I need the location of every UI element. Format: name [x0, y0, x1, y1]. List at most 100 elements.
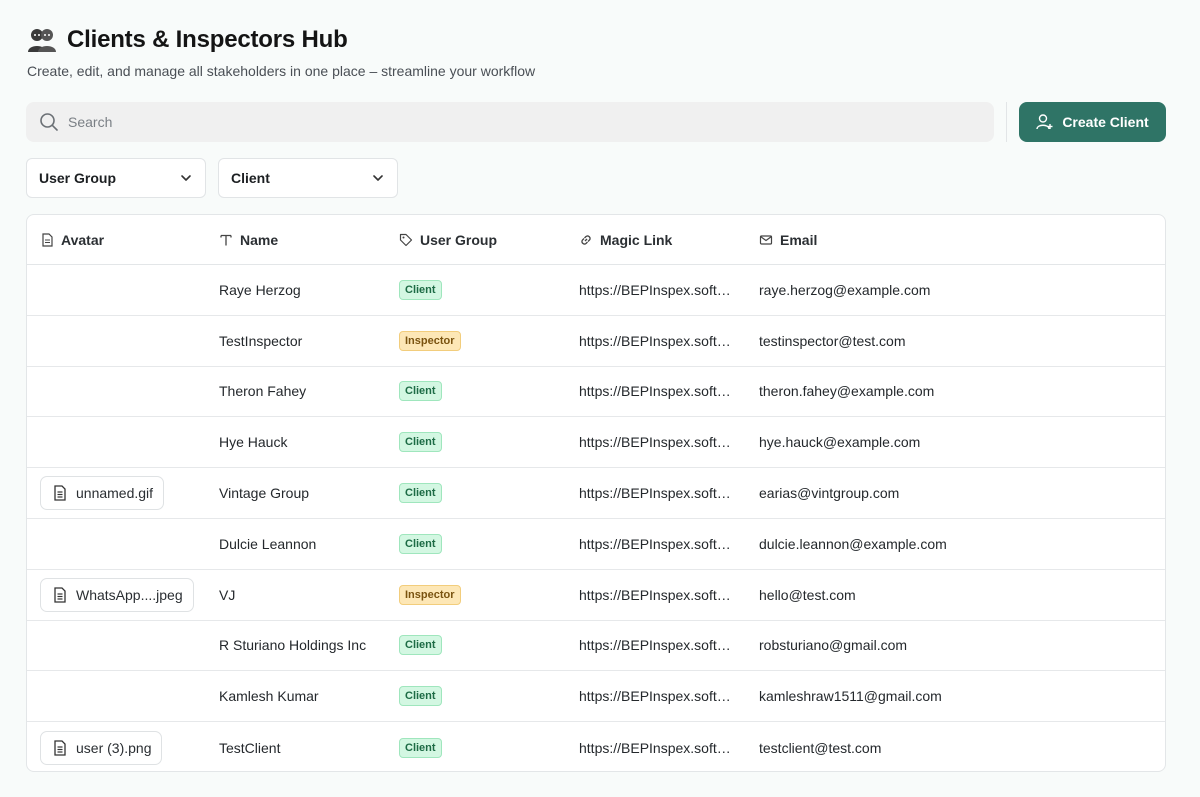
column-user-group-label: User Group — [420, 231, 498, 248]
avatar-cell: unnamed.gif — [40, 476, 165, 511]
search-bar[interactable] — [26, 102, 994, 142]
user-group-badge: Client — [399, 686, 442, 707]
file-image-icon — [53, 587, 67, 603]
magic-link-cell[interactable]: https://BEPInspex.soft… — [579, 536, 731, 552]
column-name-label: Name — [240, 231, 279, 248]
user-group-cell: Client — [399, 635, 442, 656]
email-cell: raye.herzog@example.com — [759, 281, 931, 298]
table-body: Raye Herzog Client https://BEPInspex.soft…… — [27, 265, 1165, 771]
file-image-icon — [53, 739, 67, 756]
user-group-cell: Client — [399, 533, 442, 554]
chevron-down-icon — [179, 171, 193, 185]
file-image-icon — [53, 485, 67, 501]
user-group-badge: Client — [399, 533, 442, 554]
name-cell: Theron Fahey — [219, 383, 307, 400]
name-cell: Raye Herzog — [219, 281, 301, 298]
table-row[interactable]: Theron Fahey Client https://BEPInspex.soft… — [27, 367, 1165, 418]
create-client-label: Create Client — [1062, 114, 1149, 130]
table-row[interactable]: TestInspector Inspector https://BEPInspex.… — [27, 316, 1165, 367]
email-cell: testinspector@test.com — [759, 332, 906, 349]
user-group-cell: Client — [399, 686, 442, 707]
column-user-group[interactable]: User Group — [399, 232, 497, 248]
user-group-cell: Client — [399, 381, 442, 402]
mail-icon — [759, 233, 773, 247]
column-email-label: Email — [780, 231, 818, 248]
user-group-filter[interactable]: User Group — [26, 158, 206, 198]
table-row[interactable]: R Sturiano Holdings Inc Client https://BEP… — [27, 621, 1165, 672]
search-input[interactable] — [68, 114, 994, 130]
table-row[interactable]: user (3).png TestClient Client https://BEPI… — [27, 722, 1165, 771]
stakeholders-table: Avatar Name User Group Magic Link Email … — [26, 214, 1166, 772]
user-group-filter-label: User Group — [39, 170, 117, 186]
user-group-cell: Client — [399, 737, 442, 758]
user-group-badge: Client — [399, 483, 442, 504]
user-group-badge: Client — [399, 381, 442, 402]
column-avatar[interactable]: Avatar — [40, 232, 104, 248]
magic-link-cell[interactable]: https://BEPInspex.soft… — [579, 485, 731, 501]
user-group-badge: Client — [399, 432, 442, 453]
client-filter-label: Client — [231, 170, 270, 186]
people-emoji-icon — [27, 26, 57, 54]
table-header: Avatar Name User Group Magic Link Email — [27, 215, 1165, 265]
table-row[interactable]: Hye Hauck Client https://BEPInspex.soft… hy… — [27, 417, 1165, 469]
name-cell: Dulcie Leannon — [219, 535, 317, 552]
avatar-file-chip[interactable]: unnamed.gif — [40, 476, 165, 511]
create-client-button[interactable]: Create Client — [1019, 102, 1166, 142]
email-cell: dulcie.leannon@example.com — [759, 535, 947, 552]
name-cell: Hye Hauck — [219, 434, 288, 451]
user-group-cell: Client — [399, 483, 442, 504]
column-email[interactable]: Email — [759, 232, 817, 248]
avatar-file-chip[interactable]: WhatsApp....jpeg — [40, 577, 194, 612]
toolbar-divider — [1006, 102, 1007, 142]
table-row[interactable]: Kamlesh Kumar Client https://BEPInspex.sof… — [27, 671, 1165, 723]
email-cell: hye.hauck@example.com — [759, 434, 921, 451]
file-icon — [40, 232, 54, 247]
user-group-cell: Client — [399, 279, 442, 300]
table-row[interactable]: unnamed.gif Vintage Group Client https://BE… — [27, 468, 1165, 519]
avatar-file-chip[interactable]: user (3).png — [40, 730, 163, 765]
table-row[interactable]: WhatsApp....jpeg VJ Inspector https://BEPIn… — [27, 570, 1165, 621]
avatar-cell: user (3).png — [40, 730, 163, 765]
column-name[interactable]: Name — [219, 232, 278, 248]
magic-link-cell[interactable]: https://BEPInspex.soft… — [579, 740, 731, 756]
name-cell: TestInspector — [219, 332, 303, 349]
user-group-badge: Inspector — [399, 584, 461, 605]
table-row[interactable]: Raye Herzog Client https://BEPInspex.soft…… — [27, 265, 1165, 316]
email-cell: testclient@test.com — [759, 739, 882, 756]
add-user-icon — [1036, 113, 1054, 131]
magic-link-cell[interactable]: https://BEPInspex.soft… — [579, 383, 731, 399]
email-cell: kamleshraw1511@gmail.com — [759, 688, 942, 705]
magic-link-cell[interactable]: https://BEPInspex.soft… — [579, 333, 731, 349]
table-row[interactable]: Dulcie Leannon Client https://BEPInspex.so… — [27, 519, 1165, 570]
email-cell: earias@vintgroup.com — [759, 485, 900, 502]
magic-link-cell[interactable]: https://BEPInspex.soft… — [579, 637, 731, 653]
column-magic-link-label: Magic Link — [600, 231, 673, 248]
name-cell: R Sturiano Holdings Inc — [219, 637, 367, 654]
user-group-cell: Client — [399, 432, 442, 453]
user-group-badge: Client — [399, 635, 442, 656]
name-cell: TestClient — [219, 739, 281, 756]
user-group-badge: Inspector — [399, 330, 461, 351]
magic-link-cell[interactable]: https://BEPInspex.soft… — [579, 282, 731, 298]
magic-link-cell[interactable]: https://BEPInspex.soft… — [579, 434, 731, 450]
client-filter[interactable]: Client — [218, 158, 398, 198]
avatar-cell: WhatsApp....jpeg — [40, 577, 194, 612]
email-cell: hello@test.com — [759, 586, 856, 603]
search-icon — [39, 112, 59, 132]
avatar-file-name: unnamed.gif — [76, 485, 154, 502]
user-group-cell: Inspector — [399, 584, 461, 605]
email-cell: theron.fahey@example.com — [759, 383, 935, 400]
email-cell: robsturiano@gmail.com — [759, 637, 908, 654]
magic-link-cell[interactable]: https://BEPInspex.soft… — [579, 688, 731, 704]
page-header: Clients & Inspectors Hub Create, edit, a… — [27, 26, 535, 79]
page-title: Clients & Inspectors Hub — [67, 26, 348, 53]
text-icon — [219, 233, 233, 247]
column-magic-link[interactable]: Magic Link — [579, 232, 672, 248]
name-cell: VJ — [219, 586, 236, 603]
name-cell: Kamlesh Kumar — [219, 688, 319, 705]
tag-icon — [399, 233, 413, 247]
avatar-file-name: WhatsApp....jpeg — [76, 586, 183, 603]
avatar-file-name: user (3).png — [76, 739, 152, 756]
column-avatar-label: Avatar — [61, 231, 105, 248]
magic-link-cell[interactable]: https://BEPInspex.soft… — [579, 587, 731, 603]
